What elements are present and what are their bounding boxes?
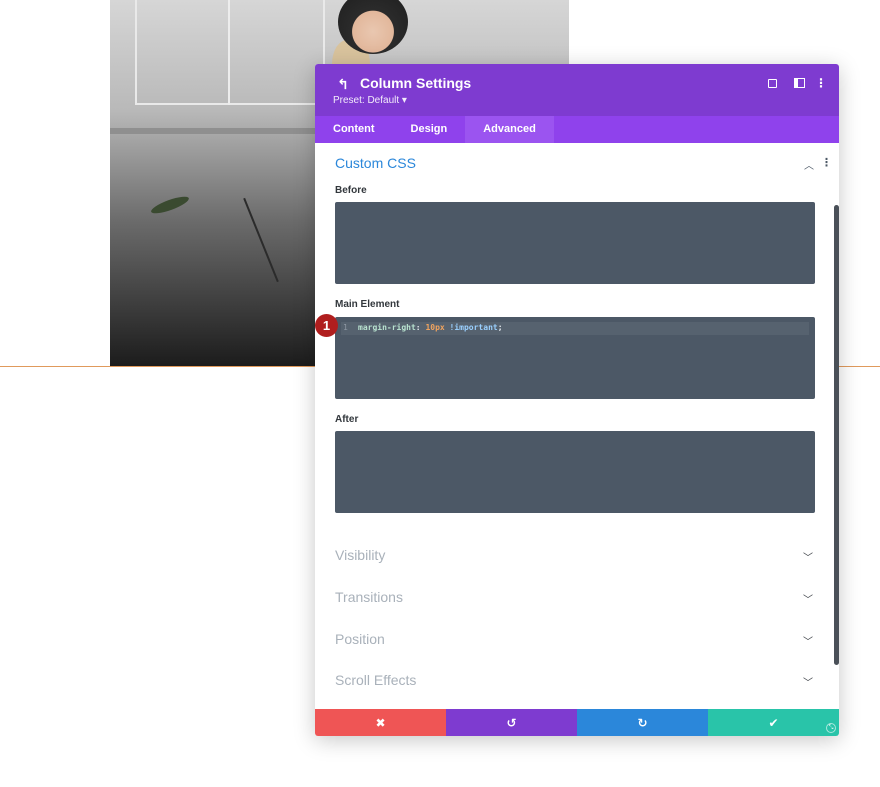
resize-handle-icon[interactable]: ⤡	[826, 723, 836, 733]
after-css-editor[interactable]	[335, 431, 815, 513]
save-button[interactable]: ✔	[708, 709, 839, 736]
tab-advanced[interactable]: Advanced	[465, 116, 554, 143]
chevron-down-icon: ﹀	[803, 678, 813, 689]
css-important: !important	[449, 323, 498, 332]
window-ledge	[110, 128, 325, 134]
window-divider	[228, 0, 230, 105]
section-more-icon[interactable]: ⋮	[821, 156, 832, 169]
chevron-down-icon: ﹀	[803, 637, 813, 648]
line-number: 1	[343, 323, 348, 332]
scroll-effects-section[interactable]: Scroll Effects ﹀	[335, 670, 815, 690]
column-settings-modal: ↰ Column Settings Preset: Default ▾ ⋮ Co…	[315, 64, 839, 736]
split-view-icon[interactable]	[792, 76, 806, 90]
step-badge: 1	[315, 314, 338, 337]
tab-content[interactable]: Content	[315, 116, 393, 143]
modal-footer: ✖ ↺ ↻ ✔ ⤡	[315, 709, 839, 736]
more-icon[interactable]: ⋮	[814, 76, 828, 90]
code-text: margin-right: 10px !important;	[358, 323, 503, 332]
settings-body: Custom CSS ︿ ⋮ Before Main Element 1 mar…	[315, 143, 839, 709]
tab-design[interactable]: Design	[393, 116, 466, 143]
modal-header: ↰ Column Settings Preset: Default ▾ ⋮	[315, 64, 839, 116]
transitions-label: Transitions	[335, 589, 403, 605]
transitions-section[interactable]: Transitions ﹀	[335, 587, 815, 607]
before-css-editor[interactable]	[335, 202, 815, 284]
position-label: Position	[335, 631, 385, 647]
chevron-down-icon: ﹀	[803, 553, 813, 564]
css-semicolon: ;	[497, 323, 503, 332]
cancel-button[interactable]: ✖	[315, 709, 446, 736]
preset-selector[interactable]: Preset: Default ▾	[333, 95, 407, 106]
custom-css-title[interactable]: Custom CSS	[335, 155, 416, 171]
visibility-label: Visibility	[335, 547, 386, 563]
plant-stem	[243, 197, 279, 283]
scrollbar[interactable]	[834, 205, 839, 665]
chevron-up-icon[interactable]: ︿	[804, 157, 814, 172]
position-section[interactable]: Position ﹀	[335, 629, 815, 649]
after-label: After	[335, 414, 359, 425]
main-element-label: Main Element	[335, 299, 400, 310]
main-element-css-editor[interactable]: 1 margin-right: 10px !important;	[335, 317, 815, 399]
settings-tabs: Content Design Advanced	[315, 116, 839, 143]
focus-mode-icon[interactable]	[765, 76, 779, 90]
visibility-section[interactable]: Visibility ﹀	[335, 545, 815, 565]
css-value: 10px	[425, 323, 445, 332]
css-colon: :	[415, 323, 426, 332]
redo-button[interactable]: ↻	[577, 709, 708, 736]
undo-icon[interactable]: ↰	[335, 76, 351, 92]
css-property: margin-right	[358, 323, 416, 332]
chevron-down-icon: ﹀	[803, 595, 813, 606]
before-label: Before	[335, 185, 367, 196]
window-frame	[135, 0, 325, 105]
plant-leaf	[149, 193, 191, 217]
scroll-effects-label: Scroll Effects	[335, 672, 417, 688]
undo-button[interactable]: ↺	[446, 709, 577, 736]
modal-title: Column Settings	[360, 75, 472, 91]
